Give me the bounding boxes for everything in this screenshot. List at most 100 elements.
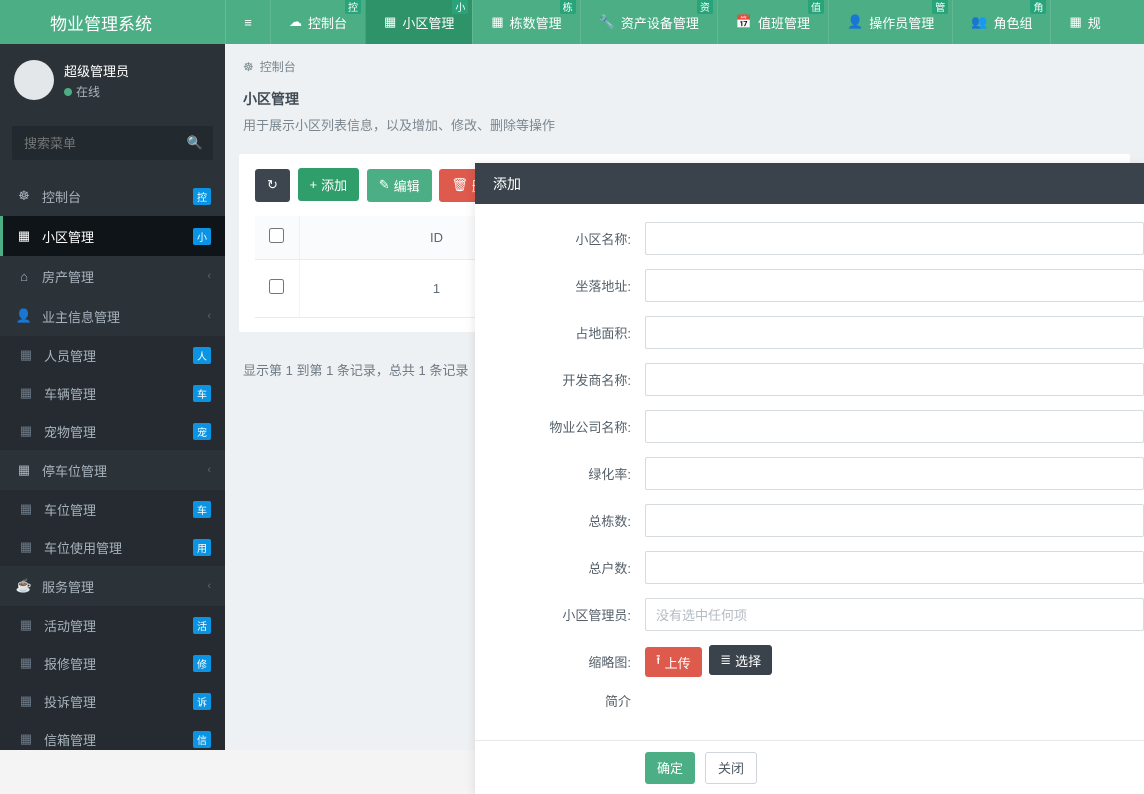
menu-icon: ☕ [14,578,34,594]
label-extra: 简介 [475,691,645,710]
label-developer: 开发商名称: [475,370,645,389]
modal-title: 添加 [475,163,1144,204]
menu-icon: ▦ [16,385,36,401]
menu-label: 车位管理 [44,500,193,519]
input-developer[interactable] [645,363,1144,396]
ok-button[interactable]: 确定 [645,752,695,784]
sidebar-item-8[interactable]: ▦车位管理车 [0,490,225,528]
menu-badge: 活 [193,617,211,634]
upload-button[interactable]: ⭱上传 [645,647,702,677]
row-checkbox[interactable] [269,279,284,294]
nav-tab-5[interactable]: 👤操作员管理管 [828,0,952,44]
sidebar-item-2[interactable]: ⌂房产管理‹ [0,256,225,296]
input-buildings[interactable] [645,504,1144,537]
input-name[interactable] [645,222,1144,255]
input-address[interactable] [645,269,1144,302]
sidebar-item-0[interactable]: ☸ 控制台控 [0,176,225,216]
select-all-checkbox[interactable] [269,228,284,243]
sidebar-menu: ☸控制台控▦小区管理小⌂房产管理‹👤业主信息管理‹▦人员管理人▦车辆管理车▦宠物… [0,176,225,750]
brand-title: 物业管理系统 [0,10,225,35]
tab-label: 控制台 [308,13,347,32]
tab-icon: 🔧 [599,14,615,30]
tab-tag: 管 [932,0,948,14]
select-manager[interactable]: 没有选中任何项 [645,598,1144,631]
menu-icon: ▦ [16,423,36,439]
tab-tag: 栋 [560,0,576,14]
nav-tab-2[interactable]: ▦栋数管理栋 [472,0,579,44]
sidebar-item-7[interactable]: ▦ 停车位管理‹ [0,450,225,490]
upload-icon: ⭱ [656,651,661,673]
refresh-button[interactable]: ↻ [255,169,290,202]
sidebar-item-3[interactable]: 👤业主信息管理‹ [0,296,225,336]
close-button[interactable]: 关闭 [705,752,757,784]
tab-label: 资产设备管理 [621,13,699,32]
menu-label: 停车位管理 [42,461,207,480]
menu-icon: ▦ [14,462,34,478]
menu-icon: ▦ [16,501,36,517]
menu-icon: 👤 [14,308,34,324]
menu-label: 车辆管理 [44,384,193,403]
sidebar-item-1[interactable]: ▦小区管理小 [0,216,225,256]
add-modal: 添加 小区名称: 坐落地址: 占地面积: 开发商名称: 物业公司名称: 绿化率:… [475,163,1144,794]
tab-label: 规 [1088,13,1101,32]
sidebar-item-11[interactable]: ▦ 活动管理活 [0,606,225,644]
select-button[interactable]: ≣选择 [709,645,772,675]
menu-label: 车位使用管理 [44,538,193,557]
nav-tab-1[interactable]: ▦小区管理小 [365,0,472,44]
menu-badge: 用 [193,539,211,556]
menu-icon: ▦ [16,617,36,633]
sidebar-item-10[interactable]: ☕服务管理‹ [0,566,225,606]
label-thumb: 缩略图: [475,652,645,671]
label-address: 坐落地址: [475,276,645,295]
tab-icon: ▦ [491,14,503,30]
menu-label: 投诉管理 [44,692,193,711]
trash-icon: 🗑 [451,177,468,193]
menu-label: 活动管理 [44,616,193,635]
add-button[interactable]: +添加 [298,168,360,201]
sidebar: 超级管理员 在线 🔍 ☸控制台控▦小区管理小⌂房产管理‹👤业主信息管理‹▦人员管… [0,44,225,750]
menu-icon: ▦ [16,731,36,747]
menu-badge: 信 [193,731,211,748]
label-households: 总户数: [475,558,645,577]
chevron-left-icon: ‹ [207,464,211,476]
nav-tab-3[interactable]: 🔧资产设备管理资 [580,0,717,44]
menu-search: 🔍 [12,126,213,160]
sidebar-item-14[interactable]: ▦信箱管理信 [0,720,225,750]
menu-label: 控制台 [42,187,193,206]
menu-icon: ☸ [14,188,34,204]
nav-tab-4[interactable]: 📅值班管理值 [717,0,828,44]
sidebar-item-4[interactable]: ▦人员管理人 [0,336,225,374]
tab-icon: 📅 [736,14,752,30]
tab-tag: 值 [808,0,824,14]
label-company: 物业公司名称: [475,417,645,436]
nav-tab-6[interactable]: 👥角色组角 [952,0,1050,44]
search-icon[interactable]: 🔍 [187,135,203,151]
page-title: 小区管理 [225,85,1144,109]
modal-footer: 确定 关闭 [475,740,1144,794]
menu-badge: 控 [193,188,211,205]
sidebar-item-6[interactable]: ▦宠物管理宠 [0,412,225,450]
label-buildings: 总栋数: [475,511,645,530]
sidebar-item-12[interactable]: ▦报修管理修 [0,644,225,682]
menu-label: 报修管理 [44,654,193,673]
menu-badge: 小 [193,228,211,245]
sidebar-toggle[interactable]: ≡ [225,0,270,44]
sidebar-item-9[interactable]: ▦车位使用管理用 [0,528,225,566]
nav-tab-7[interactable]: ▦规 [1050,0,1118,44]
search-input[interactable] [12,126,213,160]
edit-button[interactable]: ✎编辑 [367,169,432,202]
input-greening[interactable] [645,457,1144,490]
label-greening: 绿化率: [475,464,645,483]
menu-icon: ▦ [14,228,34,244]
input-area[interactable] [645,316,1144,349]
user-status: 在线 [64,83,129,100]
sidebar-item-13[interactable]: ▦投诉管理诉 [0,682,225,720]
menu-badge: 诉 [193,693,211,710]
input-households[interactable] [645,551,1144,584]
input-company[interactable] [645,410,1144,443]
avatar [14,60,54,100]
tab-label: 角色组 [993,13,1032,32]
page-subtitle: 用于展示小区列表信息，以及增加、修改、删除等操作 [225,109,1144,148]
nav-tab-0[interactable]: ☁控制台控 [270,0,365,44]
sidebar-item-5[interactable]: ▦车辆管理车 [0,374,225,412]
